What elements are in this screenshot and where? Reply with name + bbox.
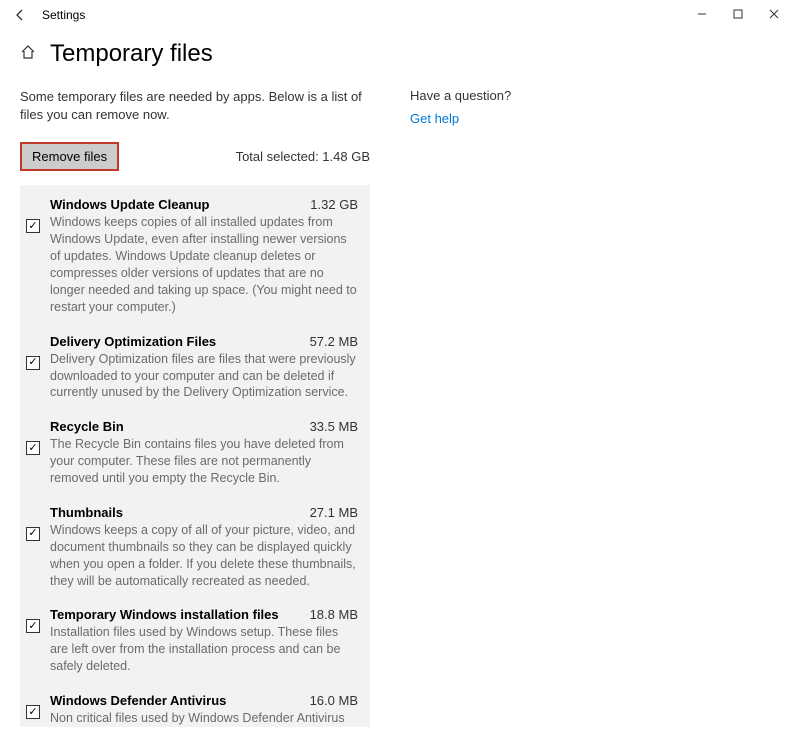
item-description: Windows keeps a copy of all of your pict… <box>50 522 358 590</box>
temp-files-list: ✓ Windows Update Cleanup 1.32 GB Windows… <box>20 185 370 727</box>
item-size: 57.2 MB <box>310 334 358 349</box>
minimize-button[interactable] <box>684 0 720 28</box>
help-heading: Have a question? <box>410 88 511 103</box>
remove-files-button[interactable]: Remove files <box>20 142 119 171</box>
item-checkbox[interactable]: ✓ <box>26 219 40 233</box>
item-title: Windows Defender Antivirus <box>50 693 226 708</box>
item-size: 18.8 MB <box>310 607 358 622</box>
list-item: ✓ Temporary Windows installation files 1… <box>26 607 358 675</box>
window-controls <box>684 0 792 28</box>
item-description: Non critical files used by Windows Defen… <box>50 710 358 727</box>
item-title: Windows Update Cleanup <box>50 197 210 212</box>
item-size: 16.0 MB <box>310 693 358 708</box>
item-checkbox[interactable]: ✓ <box>26 527 40 541</box>
item-title: Recycle Bin <box>50 419 124 434</box>
item-checkbox[interactable]: ✓ <box>26 705 40 719</box>
item-checkbox[interactable]: ✓ <box>26 441 40 455</box>
titlebar: Settings <box>0 0 792 30</box>
item-size: 33.5 MB <box>310 419 358 434</box>
item-description: Installation files used by Windows setup… <box>50 624 358 675</box>
item-size: 1.32 GB <box>310 197 358 212</box>
total-selected-label: Total selected: 1.48 GB <box>236 149 370 164</box>
maximize-button[interactable] <box>720 0 756 28</box>
get-help-link[interactable]: Get help <box>410 111 511 126</box>
list-item: ✓ Recycle Bin 33.5 MB The Recycle Bin co… <box>26 419 358 487</box>
main-column: Some temporary files are needed by apps.… <box>20 88 370 745</box>
item-title: Temporary Windows installation files <box>50 607 279 622</box>
close-button[interactable] <box>756 0 792 28</box>
list-item: ✓ Thumbnails 27.1 MB Windows keeps a cop… <box>26 505 358 590</box>
list-item: ✓ Windows Update Cleanup 1.32 GB Windows… <box>26 197 358 315</box>
intro-text: Some temporary files are needed by apps.… <box>20 88 370 124</box>
back-button[interactable] <box>8 3 32 27</box>
window-title: Settings <box>42 8 85 22</box>
page-header: Temporary files <box>0 30 792 88</box>
item-description: The Recycle Bin contains files you have … <box>50 436 358 487</box>
item-checkbox[interactable]: ✓ <box>26 619 40 633</box>
help-column: Have a question? Get help <box>410 88 511 745</box>
home-icon[interactable] <box>20 44 36 65</box>
item-size: 27.1 MB <box>310 505 358 520</box>
item-description: Delivery Optimization files are files th… <box>50 351 358 402</box>
list-item: ✓ Windows Defender Antivirus 16.0 MB Non… <box>26 693 358 727</box>
item-title: Thumbnails <box>50 505 123 520</box>
list-item: ✓ Delivery Optimization Files 57.2 MB De… <box>26 334 358 402</box>
page-title: Temporary files <box>50 40 213 68</box>
item-title: Delivery Optimization Files <box>50 334 216 349</box>
item-checkbox[interactable]: ✓ <box>26 356 40 370</box>
item-description: Windows keeps copies of all installed up… <box>50 214 358 315</box>
